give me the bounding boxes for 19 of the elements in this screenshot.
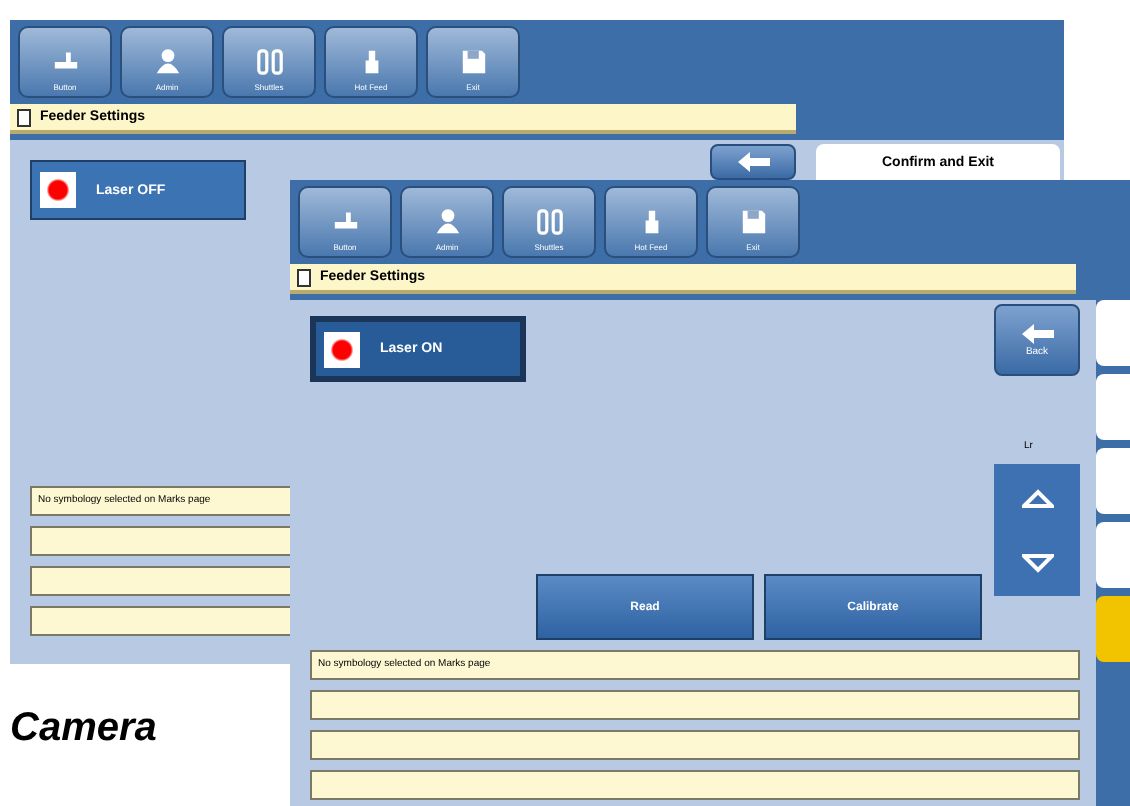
back-button[interactable]: [710, 144, 796, 180]
down-arrow-icon[interactable]: [1021, 553, 1053, 573]
person-icon: [431, 206, 463, 238]
laser-icon: [40, 172, 76, 208]
laser-icon: [324, 331, 360, 367]
document-icon: [296, 267, 312, 287]
person-icon: [151, 46, 183, 78]
side-tab[interactable]: [1096, 522, 1130, 588]
up-arrow-icon[interactable]: [1021, 487, 1053, 507]
caption-text: Camera: [10, 706, 157, 752]
rollers-icon: [253, 46, 285, 78]
side-tab[interactable]: [1096, 300, 1130, 366]
rollers-icon: [533, 206, 565, 238]
side-tab[interactable]: [1096, 596, 1130, 662]
side-tab[interactable]: [1096, 374, 1130, 440]
left-arrow-icon: [735, 150, 771, 174]
document-icon: [16, 107, 32, 127]
left-arrow-icon: [1019, 322, 1055, 346]
side-tab[interactable]: [1096, 448, 1130, 514]
